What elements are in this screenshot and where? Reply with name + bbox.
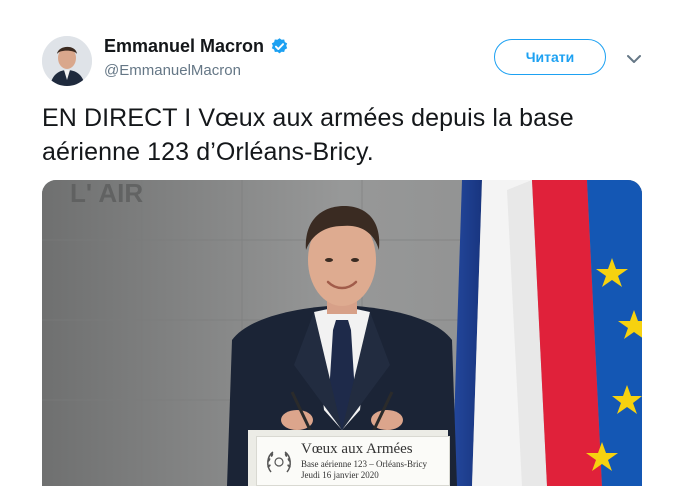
podium-date: Jeudi 16 janvier 2020 xyxy=(301,470,379,480)
podium-sign: Vœux aux Armées Base aérienne 123 – Orlé… xyxy=(256,436,450,486)
author-handle[interactable]: @EmmanuelMacron xyxy=(104,62,241,79)
tweet-text-line-1: EN DIRECT I Vœux aux armées depuis la ba… xyxy=(42,104,574,132)
avatar[interactable] xyxy=(42,36,92,86)
author-display-name[interactable]: Emmanuel Macron xyxy=(104,36,264,57)
avatar-image xyxy=(42,36,92,86)
author-name-row: Emmanuel Macron xyxy=(104,36,289,57)
podium-title: Vœux aux Armées xyxy=(301,441,413,457)
wreath-emblem-icon xyxy=(263,446,295,478)
verified-badge-icon xyxy=(270,37,289,56)
background-wall-text: L' AIR xyxy=(70,180,143,208)
tweet-card: Emmanuel Macron @EmmanuelMacron Читати E… xyxy=(0,0,676,486)
chevron-down-icon[interactable] xyxy=(626,52,642,64)
video-player[interactable]: L' AIR Vœux aux Armées Base aérienne 123… xyxy=(42,180,642,486)
podium-location: Base aérienne 123 – Orléans-Bricy xyxy=(301,459,427,469)
tweet-text: EN DIRECT I Vœux aux armées depuis la ba… xyxy=(42,101,652,169)
follow-button[interactable]: Читати xyxy=(494,39,606,75)
tweet-text-line-2: aérienne 123 d’Orléans-Bricy. xyxy=(42,138,374,166)
